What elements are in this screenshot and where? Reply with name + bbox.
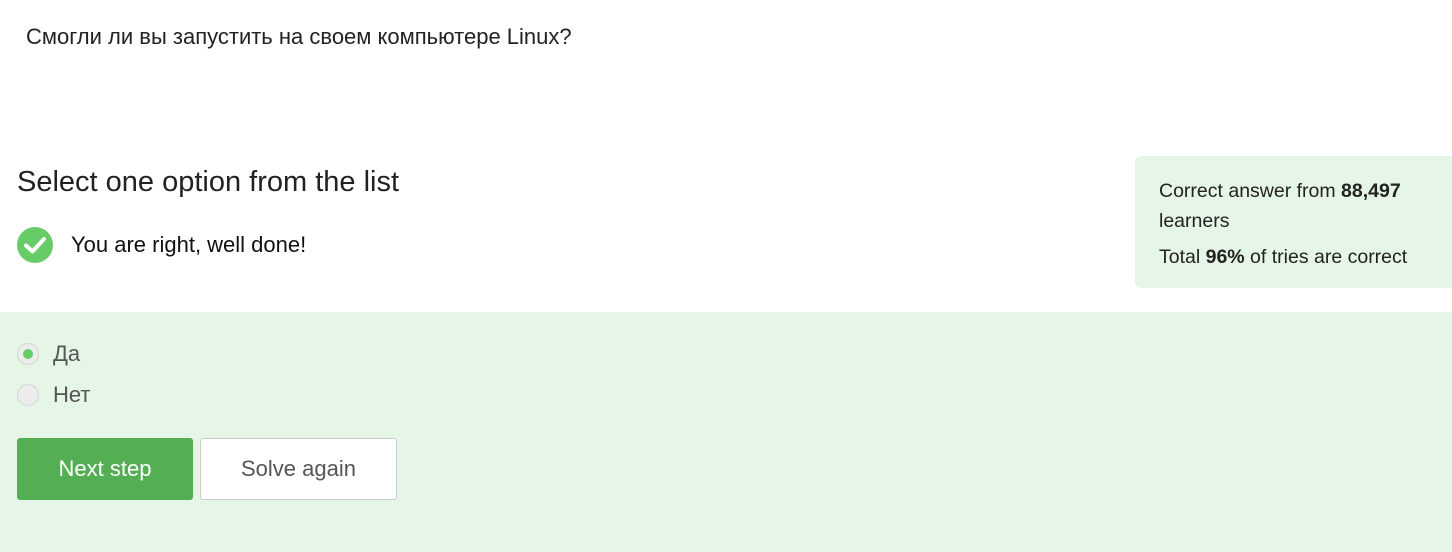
option-label: Да [53,341,81,366]
question-text: Смогли ли вы запустить на своем компьюте… [26,24,572,49]
correct-percent: 96% [1205,246,1245,268]
learners-suffix: learners [1159,210,1230,232]
option-label: Нет [53,382,91,407]
radio-selected-icon[interactable] [17,343,39,365]
options-panel: Да Нет Next step Solve again [0,312,1452,552]
stats-panel: Correct answer from 88,497 learners Total… [1135,156,1452,288]
check-circle-icon [17,227,53,263]
radio-unselected-icon[interactable] [17,384,39,406]
rate-suffix: of tries are correct [1244,246,1408,268]
feedback-message: You are right, well done! [17,226,306,264]
option-da[interactable]: Да [17,341,80,367]
instruction-heading: Select one option from the list [17,166,400,198]
rate-prefix: Total [1159,246,1206,268]
learners-stat: Correct answer from 88,497 learners [1159,176,1452,236]
learners-prefix: Correct answer from [1159,180,1342,202]
next-step-button[interactable]: Next step [17,438,193,500]
solve-again-button[interactable]: Solve again [200,438,397,500]
learners-count: 88,497 [1341,180,1401,202]
feedback-text: You are right, well done! [71,232,307,257]
option-net[interactable]: Нет [17,382,90,408]
correct-rate-stat: Total 96% of tries are correct [1159,242,1452,272]
